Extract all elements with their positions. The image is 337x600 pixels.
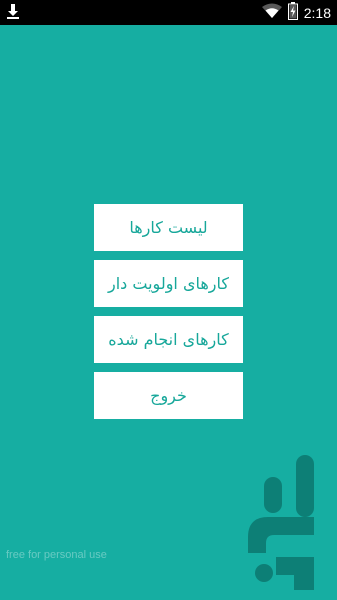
brand-logo-icon — [246, 455, 328, 590]
status-bar: 2:18 — [0, 0, 337, 25]
exit-button[interactable]: خروج — [94, 372, 243, 419]
download-icon — [6, 3, 20, 23]
status-time: 2:18 — [303, 4, 331, 21]
battery-charging-icon — [287, 1, 298, 24]
main-menu: لیست کارها کارهای اولویت دار کارهای انجا… — [94, 204, 243, 428]
watermark-text: free for personal use — [6, 549, 107, 561]
priority-tasks-button[interactable]: کارهای اولویت دار — [94, 260, 243, 307]
completed-tasks-button[interactable]: کارهای انجام شده — [94, 316, 243, 363]
wifi-icon — [261, 3, 282, 23]
task-list-button[interactable]: لیست کارها — [94, 204, 243, 251]
